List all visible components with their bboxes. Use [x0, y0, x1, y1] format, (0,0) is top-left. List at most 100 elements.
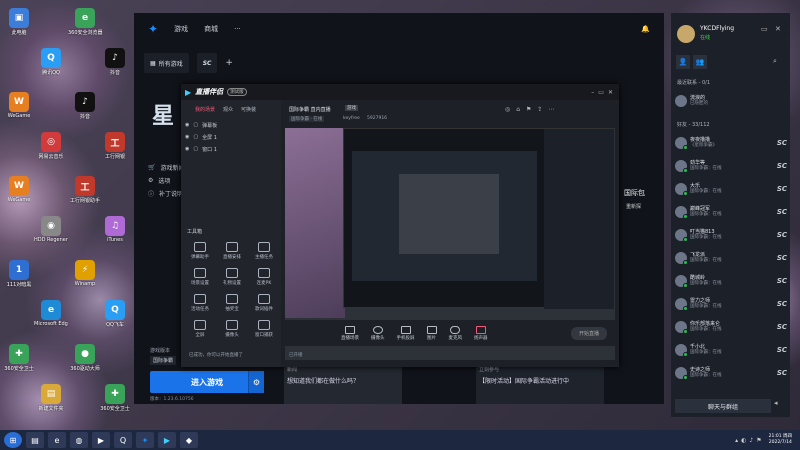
stream-tools-icons[interactable]: ◎⌂⚑⇪⋯ [505, 106, 560, 113]
add-group-icon[interactable]: 👥 [693, 55, 707, 69]
desktop-icon[interactable]: 工工行网银 [100, 132, 130, 160]
tool-item[interactable]: 窗口捕获 [251, 320, 277, 338]
source-item[interactable]: ◉ ▢ 弹幕板 [185, 122, 217, 129]
tray-icons[interactable]: ▴◐♪⚑ [735, 437, 764, 444]
ctrl-scene[interactable]: 直播场景 [341, 325, 359, 341]
qq-icon[interactable]: Q [114, 432, 132, 448]
friend-row[interactable]: 巅峰冠军 国际争霸：在线 SC [675, 204, 787, 219]
desktop-icon[interactable]: ◉HDD Regenera... [34, 216, 68, 243]
source-item[interactable]: ◉ ▢ 全屏 1 [185, 134, 217, 141]
tool-item[interactable]: 弹幕助手 [187, 242, 213, 260]
friend-row[interactable]: 飞龙派 国际争霸：在线 SC [675, 250, 787, 265]
tool-item[interactable]: 礼物设置 [219, 268, 245, 286]
user-name[interactable]: YKCDFlying [700, 25, 734, 32]
desktop-icon[interactable]: e 360安全浏览器 [68, 8, 102, 36]
desktop-icon[interactable]: ▤ 新建文件夹 [36, 384, 66, 412]
user-status[interactable]: 在线 [700, 34, 710, 41]
ctrl-speaker[interactable]: 扬声器 [474, 325, 488, 341]
tool-item[interactable]: 摄像头 [219, 320, 245, 338]
user-avatar[interactable] [677, 25, 695, 43]
ctrl-camera[interactable]: 摄像头 [371, 325, 385, 341]
news-card-b[interactable]: 立刻参与 【限时活动】国际争霸活动进行中 [476, 363, 604, 404]
desktop-icon[interactable]: Q 腾讯QQ [36, 48, 66, 76]
tool-item[interactable]: 抽奖宝 [219, 294, 245, 312]
friend-row[interactable]: 雷力之师 国际争霸：在线 SC [675, 296, 787, 311]
explorer-icon[interactable]: ▤ [26, 432, 44, 448]
chat-menu-icon[interactable]: ◂ [774, 399, 778, 407]
desktop-icon[interactable]: ▣ 此电脑 [4, 8, 34, 36]
desktop-icon[interactable]: ⚡ Winamp [70, 260, 100, 287]
chat-groups-button[interactable]: 聊天与群组 [675, 399, 771, 413]
eye-icon[interactable]: ◉ [185, 146, 189, 153]
group-friends[interactable]: 好友 - 33/112 [677, 121, 710, 128]
media-icon[interactable]: ▶ [92, 432, 110, 448]
friend-row[interactable]: 大乐 国际争霸：在线 SC [675, 181, 787, 196]
stream-minimize-icon[interactable]: – [591, 89, 594, 96]
ctrl-phone[interactable]: 手机投屏 [397, 325, 415, 341]
clock[interactable]: 21:01 周四 2022/7/14 [769, 434, 792, 446]
start-stream-button[interactable]: 开始直播 [570, 326, 607, 340]
group-recent[interactable]: 最近联系 - 0/1 [677, 79, 710, 86]
tab-sc[interactable]: SC [196, 53, 218, 73]
friend-search-icon[interactable]: ⌕ [773, 57, 777, 66]
window-close-icon[interactable]: ✕ [775, 25, 781, 33]
game-task-icon[interactable]: ◆ [180, 432, 198, 448]
tool-item[interactable]: 歌词插件 [251, 294, 277, 312]
friend-row[interactable]: 夜夜撸撸 《星际争霸》 SC [675, 135, 787, 150]
tool-item[interactable]: 直播安排 [219, 242, 245, 260]
notification-icon[interactable]: 🔔 [641, 25, 650, 33]
desktop-icon[interactable]: ● 360驱动大师 [70, 344, 100, 372]
more-icon[interactable]: ··· [234, 25, 241, 33]
stream-close-icon[interactable]: ✕ [608, 89, 613, 96]
play-button[interactable]: 进入游戏 [150, 371, 264, 393]
desktop-icon[interactable]: ✚ 360安全卫士 [100, 384, 130, 412]
lock-icon[interactable]: ▢ [193, 134, 198, 141]
play-settings-icon[interactable]: ⚙ [248, 371, 264, 393]
tool-item[interactable]: 活动任务 [187, 294, 213, 312]
lock-icon[interactable]: ▢ [193, 122, 198, 129]
stream-maximize-icon[interactable]: ▭ [598, 89, 604, 96]
desktop-icon[interactable]: Q QQ飞车 [100, 300, 130, 328]
tab-scenes[interactable]: 我的场景 [195, 106, 215, 113]
ie-icon[interactable]: e [48, 432, 66, 448]
start-icon[interactable]: ⊞ [4, 432, 22, 448]
stream-task-icon[interactable]: ▶ [158, 432, 176, 448]
desktop-icon[interactable]: ◎ 网易云音乐 [36, 132, 66, 160]
friend-row[interactable]: 酷城岭 国际争霸：在线 SC [675, 273, 787, 288]
desktop-icon[interactable]: e Microsoft Edge [34, 300, 68, 327]
friend-row[interactable]: 你乐部落来仑 国际争霸：在线 SC [675, 319, 787, 334]
browser-icon[interactable]: ◍ [70, 432, 88, 448]
desktop-icon[interactable]: 1 111对暗黑 [4, 260, 34, 288]
friend-row[interactable]: 劲华等 国际争霸：在线 SC [675, 158, 787, 173]
desktop-icon[interactable]: ♪ 抖音 [70, 92, 100, 120]
add-friend-icon[interactable]: 👤 [676, 55, 690, 69]
lock-icon[interactable]: ▢ [193, 146, 198, 153]
desktop-icon[interactable]: W WeGame [4, 176, 34, 203]
window-minimize-icon[interactable]: ▭ [761, 25, 768, 33]
desktop-icon[interactable]: ♫ iTunes [100, 216, 130, 243]
bnet-task-icon[interactable]: ✦ [136, 432, 154, 448]
tab-all-games[interactable]: ▦ 所有游戏 [144, 53, 189, 73]
tool-item[interactable]: 场景设置 [187, 268, 213, 286]
bnet-logo-icon[interactable]: ✦ [148, 22, 158, 36]
desktop-icon[interactable]: ✚ 360安全卫士 [4, 344, 34, 372]
ctrl-mic[interactable]: 麦克风 [449, 325, 462, 341]
eye-icon[interactable]: ◉ [185, 134, 189, 141]
friend-row[interactable]: 史诗之师 国际争霸：在线 SC [675, 365, 787, 380]
source-item[interactable]: ◉ ▢ 窗口 1 [185, 146, 217, 153]
nav-shop[interactable]: 商城 [204, 24, 218, 34]
ctrl-image[interactable]: 图片 [426, 325, 437, 341]
tool-item[interactable]: 全屏 [187, 320, 213, 338]
friend-row[interactable]: 叮当猫813 国际争霸：在线 SC [675, 227, 787, 242]
region-select[interactable]: 国际争霸 [150, 356, 177, 365]
nav-games[interactable]: 游戏 [174, 24, 188, 34]
desktop-icon[interactable]: 工工行网银助手 [70, 176, 100, 204]
tool-item[interactable]: 主播任务 [251, 242, 277, 260]
tool-item[interactable]: 连麦PK [251, 268, 277, 286]
eye-icon[interactable]: ◉ [185, 122, 189, 129]
tab-outfit[interactable]: 可换装 [241, 106, 256, 113]
friend-row[interactable]: 千小北 国际争霸：在线 SC [675, 342, 787, 357]
add-tab-button[interactable]: + [225, 58, 233, 68]
desktop-icon[interactable]: ♪ 抖音 [100, 48, 130, 76]
news-card-a[interactable]: 新闻 想知道我们都在做什么吗？ [284, 363, 402, 404]
